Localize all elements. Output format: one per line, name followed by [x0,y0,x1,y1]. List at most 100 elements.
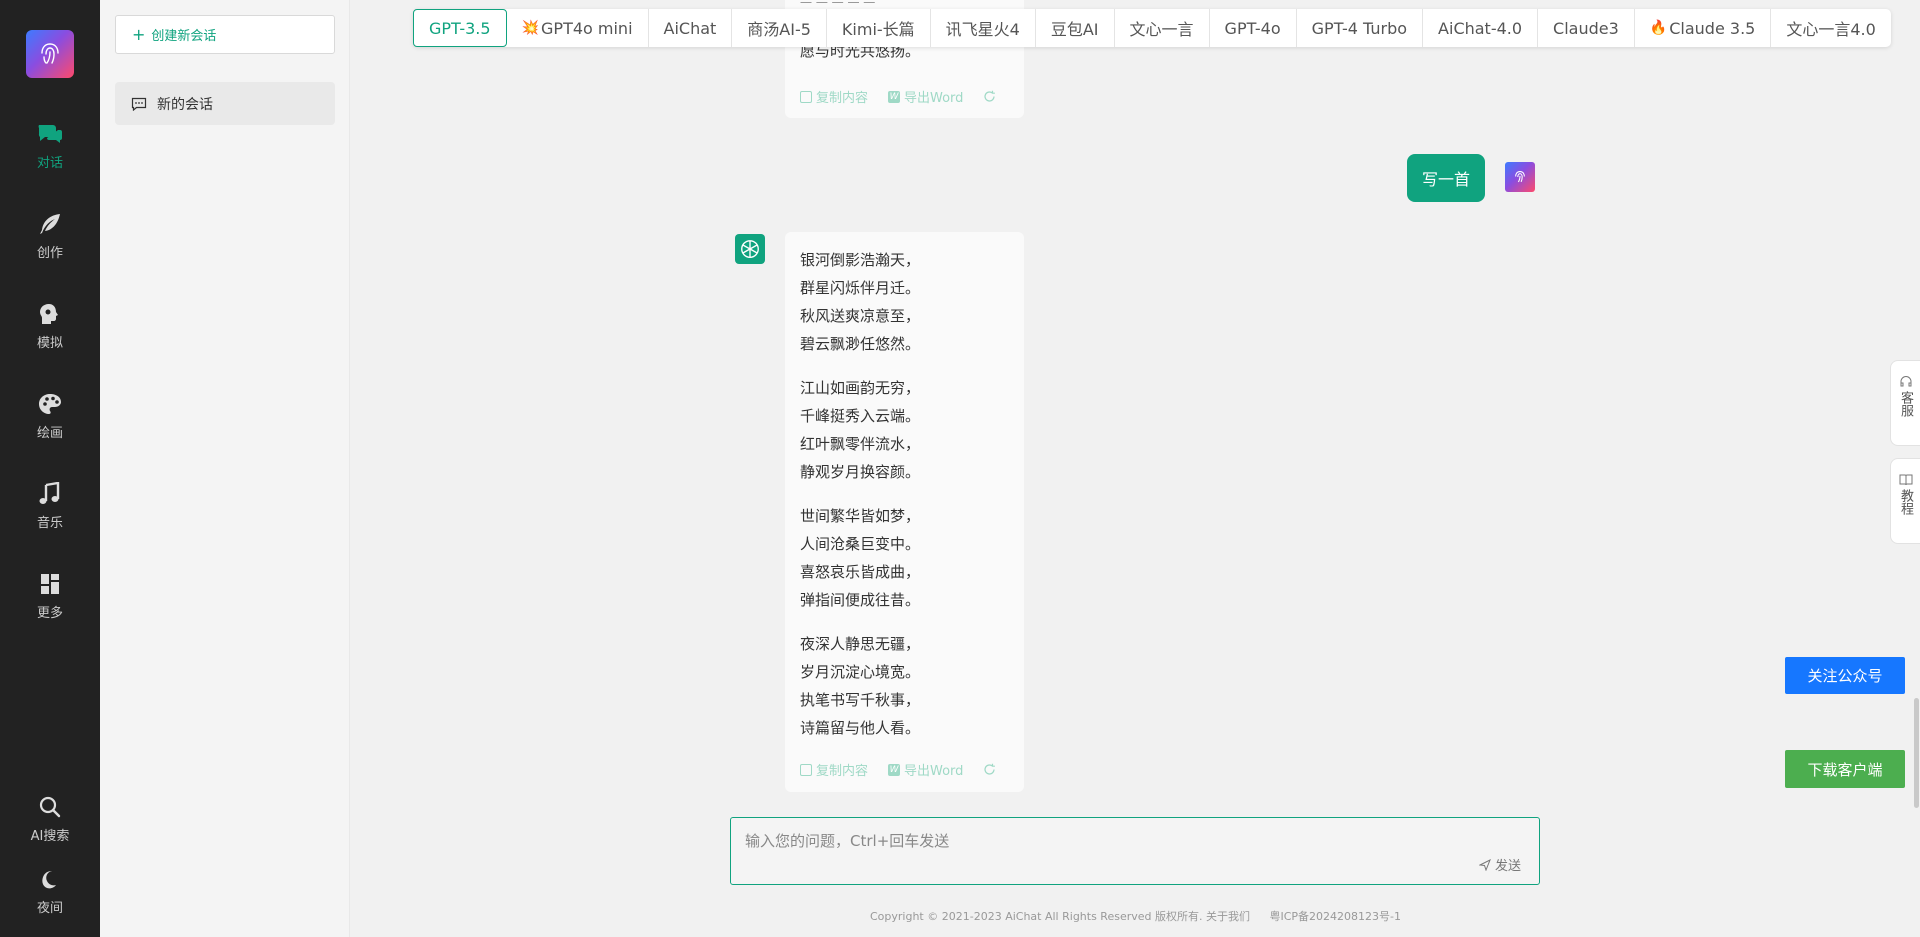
poem-line: 秋风送爽凉意至， [800,307,921,325]
conversation-item[interactable]: 新的会话 [115,82,335,125]
new-chat-button[interactable]: + 创建新会话 [115,15,335,54]
message-icon [131,97,147,111]
fingerprint-icon [41,43,59,64]
nav-item-more[interactable]: 更多 [0,572,100,638]
chat-input[interactable] [745,830,1505,852]
model-tab-label: GPT-3.5 [429,18,491,38]
fire-icon: 🔥 [1649,20,1668,36]
export-label: 导出Word [904,91,964,106]
copy-icon [800,763,812,776]
nav-label-night-mode: 夜间 [36,901,63,916]
moon-icon [42,871,56,889]
poem-line: 执笔书写千秋事， [800,691,921,709]
app-logo[interactable] [26,30,74,78]
icp-link[interactable]: 粤ICP备2024208123号-1 [1270,910,1402,923]
model-tab-label: Claude 3.5 [1669,18,1756,38]
export-word-button[interactable]: W 导出Word [888,87,963,106]
model-tab-label: AiChat [663,18,717,38]
export-word-button[interactable]: W 导出Word [888,760,963,779]
model-tab[interactable]: Kimi-长篇 [827,9,931,47]
download-client-button[interactable]: 下载客户端 [1785,750,1905,788]
user-avatar [1505,162,1535,192]
model-tab-label: 豆包AI [1050,20,1099,39]
footer: Copyright © 2021-2023 AiChat All Rights … [870,908,1401,924]
model-tab[interactable]: 文心一言 [1115,9,1210,47]
model-tab-label: Kimi-长篇 [841,20,915,39]
conversation-title: 新的会话 [157,96,213,113]
feather-icon [40,214,60,234]
model-tab[interactable]: GPT-4 Turbo [1297,9,1424,47]
conversation-sidebar: + 创建新会话 新的会话 [100,0,350,937]
nav-item-chat[interactable]: 对话 [0,122,100,188]
customer-service-label: 客服 [1898,391,1913,417]
word-icon: W [888,90,901,103]
bot-avatar [735,234,765,264]
copy-content-button[interactable]: 复制内容 [800,760,868,779]
poem-line: 夜深人静思无疆， [800,635,921,653]
model-tab-bar: GPT-3.5 💥 GPT4o mini AiChat 商汤AI-5 Kimi-长篇 讯飞星… [413,9,1891,47]
model-tab[interactable]: 文心一言4.0 [1771,9,1890,47]
model-tab-label: GPT-4o [1224,18,1281,38]
bot-message-poem: 银河倒影浩瀚天， 群星闪烁伴月迁。 秋风送爽凉意至， 碧云飘渺任悠然。 江山如画韵无穷，… [785,232,1024,792]
poem-line: 江山如画韵无穷， [800,379,921,397]
copy-content-button[interactable]: 复制内容 [800,87,868,106]
poem-stanza: 银河倒影浩瀚天， 群星闪烁伴月迁。 秋风送爽凉意至， 碧云飘渺任悠然。 [800,246,1009,358]
scrollbar-thumb[interactable] [1914,698,1919,808]
copy-label: 复制内容 [816,764,869,779]
send-icon [1478,858,1491,871]
nav-item-create[interactable]: 创作 [0,212,100,278]
follow-official-account-button[interactable]: 关注公众号 [1785,657,1905,694]
nav-label-chat: 对话 [36,156,63,171]
send-button[interactable]: 发送 [1478,855,1521,874]
customer-service-tab[interactable]: 客服 [1890,360,1920,446]
model-tab-label: Claude3 [1553,18,1619,38]
message-actions: 复制内容 W 导出Word [800,760,1016,779]
nav-label-music: 音乐 [36,516,63,531]
model-tab[interactable]: 🔥 Claude 3.5 [1635,9,1772,47]
poem-line: 银河倒影浩瀚天， [800,251,921,269]
poem-line: 群星闪烁伴月迁。 [800,279,921,297]
explosion-icon: 💥 [521,20,540,36]
nav-item-night-mode[interactable]: 夜间 [0,869,100,935]
model-tab[interactable]: 豆包AI [1036,9,1115,47]
model-tab-label: GPT4o mini [541,18,633,38]
nav-item-ai-search[interactable]: AI搜索 [0,795,100,861]
regenerate-button[interactable] [983,90,996,103]
grid-icon [41,574,59,594]
music-icon [39,482,60,504]
poem-line: 碧云飘渺任悠然。 [800,335,921,353]
nav-label-draw: 绘画 [36,426,63,441]
search-icon [39,796,61,818]
model-tab[interactable]: Claude3 [1538,9,1635,47]
nav-item-draw[interactable]: 绘画 [0,392,100,458]
model-tab[interactable]: 讯飞星火4 [931,9,1036,47]
head-icon [40,304,58,324]
poem-line: 弹指间便成往昔。 [800,591,921,609]
model-tab[interactable]: AiChat-4.0 [1423,9,1539,47]
model-tab[interactable]: AiChat [649,9,733,47]
tutorial-tab[interactable]: 教程 [1890,458,1920,544]
model-tab-label: 文心一言4.0 [1786,20,1876,39]
nav-item-music[interactable]: 音乐 [0,482,100,548]
copy-icon [800,90,812,103]
model-tab[interactable]: GPT-3.5 [413,9,507,47]
copy-label: 复制内容 [816,91,869,106]
nav-label-ai-search: AI搜索 [30,829,70,844]
send-label: 发送 [1494,859,1521,874]
model-tab-label: 文心一言 [1129,20,1194,39]
user-message: 写一首 [1407,154,1485,202]
nav-label-create: 创作 [36,246,63,261]
tutorial-label: 教程 [1898,489,1913,515]
model-tab[interactable]: 💥 GPT4o mini [507,9,649,47]
nav-label-more: 更多 [36,606,63,621]
fingerprint-icon [1515,171,1525,183]
model-tab[interactable]: 商汤AI-5 [732,9,827,47]
poem-stanza: 江山如画韵无穷， 千峰挺秀入云端。 红叶飘零伴流水， 静观岁月换容颜。 [800,374,1009,486]
model-tab-label: GPT-4 Turbo [1311,18,1408,38]
poem-line: 岁月沉淀心境宽。 [800,663,921,681]
nav-item-simulate[interactable]: 模拟 [0,302,100,368]
regenerate-button[interactable] [983,763,996,776]
poem-line: 静观岁月换容颜。 [800,463,921,481]
palette-icon [39,394,61,414]
model-tab[interactable]: GPT-4o [1210,9,1297,47]
